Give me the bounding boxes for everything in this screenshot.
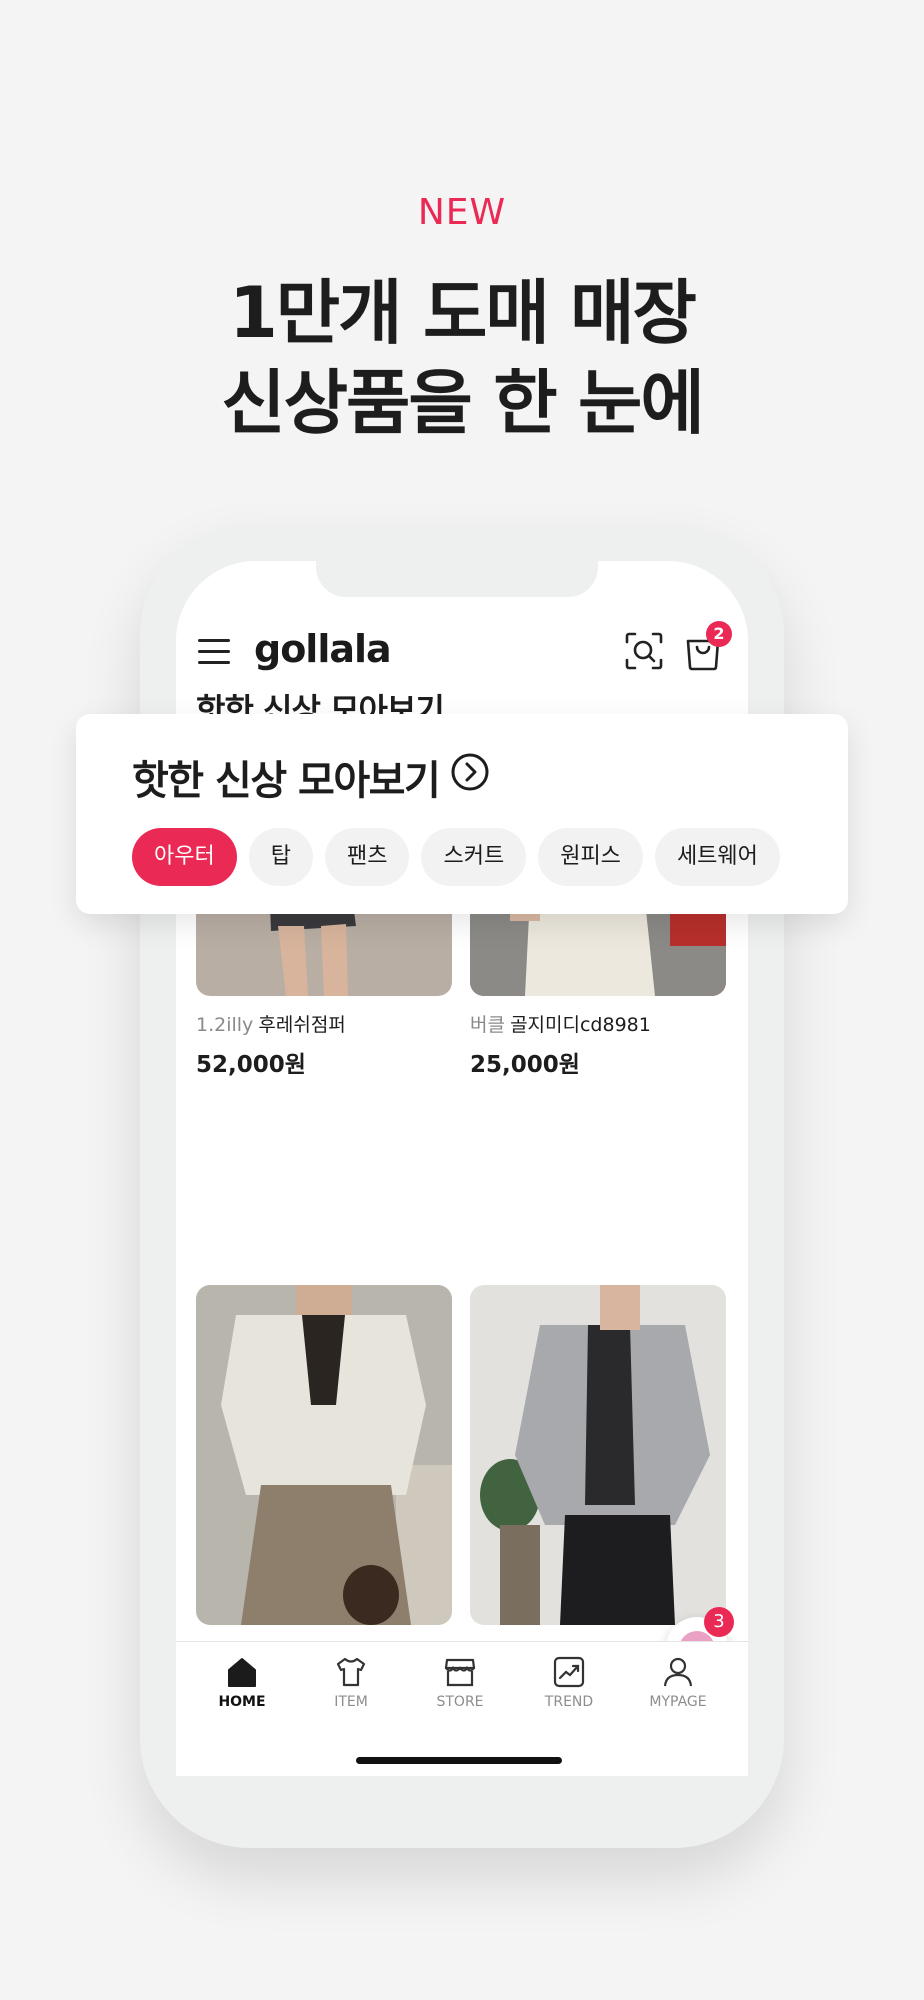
- nav-store[interactable]: STORE: [410, 1654, 510, 1710]
- promo-new-tag: NEW: [417, 192, 507, 233]
- chat-badge: 3: [704, 1607, 734, 1637]
- category-chip-outer[interactable]: 아우터: [132, 828, 237, 886]
- category-chip-dress[interactable]: 원피스: [538, 828, 643, 886]
- trend-icon: [553, 1656, 585, 1688]
- nav-label: ITEM: [334, 1694, 368, 1710]
- arrow-right-circle-icon[interactable]: [450, 752, 490, 792]
- category-chip-setwear[interactable]: 세트웨어: [654, 828, 780, 886]
- category-chip-pants[interactable]: 팬츠: [324, 828, 410, 886]
- image-search-icon[interactable]: [624, 631, 664, 671]
- product-name: 골지미디cd8981: [510, 1014, 651, 1036]
- promo-title-line2: 신상품을 한 눈에: [221, 362, 705, 444]
- category-chip-skirt[interactable]: 스커트: [421, 828, 527, 886]
- home-icon: [228, 1658, 256, 1687]
- app-logo[interactable]: gollala: [254, 627, 392, 671]
- product-brand: 1.2illy: [196, 1014, 254, 1036]
- category-chips: 아우터 탑 팬츠 스커트 원피스 세트웨어: [132, 828, 780, 886]
- product-image[interactable]: [470, 1285, 726, 1625]
- product-card[interactable]: [470, 1285, 726, 1625]
- menu-icon[interactable]: [198, 639, 230, 665]
- bottom-nav: HOME ITEM STORE TREND MYPAGE: [176, 1641, 748, 1776]
- app-header: gollala 2: [176, 619, 748, 683]
- person-icon: [663, 1657, 693, 1687]
- product-card[interactable]: [196, 1285, 452, 1625]
- promo-title-line1: 1만개 도매 매장: [229, 272, 697, 354]
- cart-count-badge: 2: [706, 621, 732, 647]
- phone-notch: [316, 561, 598, 597]
- product-price: 25,000원: [470, 1052, 580, 1078]
- nav-home[interactable]: HOME: [192, 1654, 292, 1710]
- product-image[interactable]: [196, 1285, 452, 1625]
- product-price: 52,000원: [196, 1052, 306, 1078]
- product-brand: 버클: [470, 1014, 505, 1036]
- category-card: 핫한 신상 모아보기 아우터 탑 팬츠 스커트 원피스 세트웨어: [76, 714, 848, 914]
- category-chip-top[interactable]: 탑: [248, 828, 313, 886]
- store-icon: [444, 1658, 476, 1687]
- shirt-icon: [336, 1657, 366, 1687]
- section-title: 핫한 신상 모아보기: [132, 758, 441, 804]
- nav-label: TREND: [544, 1694, 594, 1710]
- nav-trend[interactable]: TREND: [519, 1654, 619, 1710]
- nav-mypage[interactable]: MYPAGE: [628, 1654, 728, 1710]
- nav-label: MYPAGE: [649, 1694, 707, 1710]
- nav-label: HOME: [218, 1694, 266, 1710]
- home-indicator: [356, 1757, 562, 1764]
- nav-label: STORE: [436, 1694, 484, 1710]
- nav-item[interactable]: ITEM: [301, 1654, 401, 1710]
- product-name: 후레쉬점퍼: [258, 1014, 346, 1036]
